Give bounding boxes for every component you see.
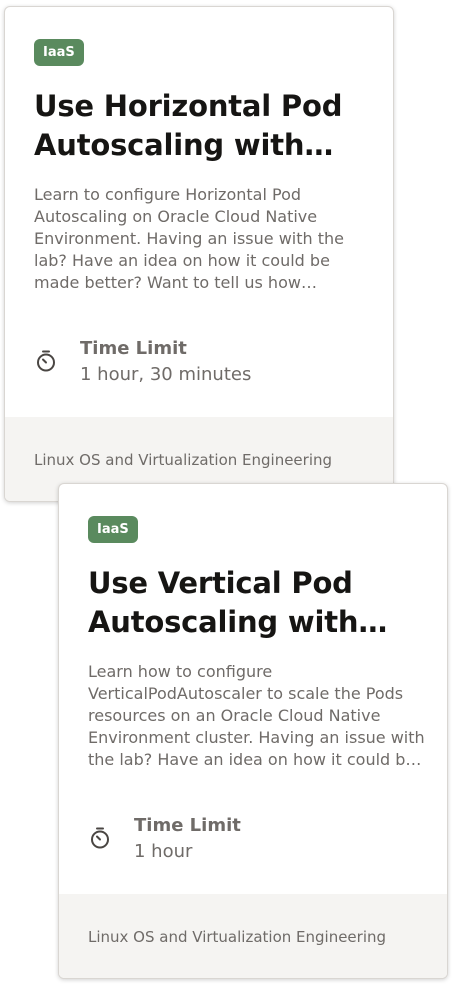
- time-limit-value: 1 hour, 30 minutes: [80, 364, 252, 385]
- time-limit: Time Limit 1 hour: [88, 814, 418, 866]
- card-title[interactable]: Use Vertical Pod Autoscaling with…: [88, 564, 428, 642]
- lab-card-horizontal-pod-autoscaling[interactable]: IaaS Use Horizontal Pod Autoscaling with…: [4, 6, 394, 502]
- stopwatch-icon: [34, 349, 58, 373]
- time-limit-value: 1 hour: [134, 841, 193, 862]
- lab-card-vertical-pod-autoscaling[interactable]: IaaS Use Vertical Pod Autoscaling with… …: [58, 483, 448, 979]
- time-limit: Time Limit 1 hour, 30 minutes: [34, 337, 364, 389]
- time-limit-label: Time Limit: [134, 815, 241, 836]
- time-limit-label: Time Limit: [80, 338, 187, 359]
- card-description: Learn to configure Horizontal Pod Autosc…: [34, 185, 344, 292]
- card-title[interactable]: Use Horizontal Pod Autoscaling with…: [34, 87, 374, 165]
- lab-card-list: IaaS Use Horizontal Pod Autoscaling with…: [0, 0, 453, 985]
- card-footer: Linux OS and Virtualization Engineering: [59, 894, 447, 978]
- category-badge: IaaS: [34, 39, 84, 66]
- category-badge: IaaS: [88, 516, 138, 543]
- card-footer-team: Linux OS and Virtualization Engineering: [34, 451, 333, 469]
- stopwatch-icon: [88, 826, 112, 850]
- card-footer-team: Linux OS and Virtualization Engineering: [88, 928, 387, 946]
- card-description: Learn how to configure VerticalPodAutosc…: [88, 662, 425, 769]
